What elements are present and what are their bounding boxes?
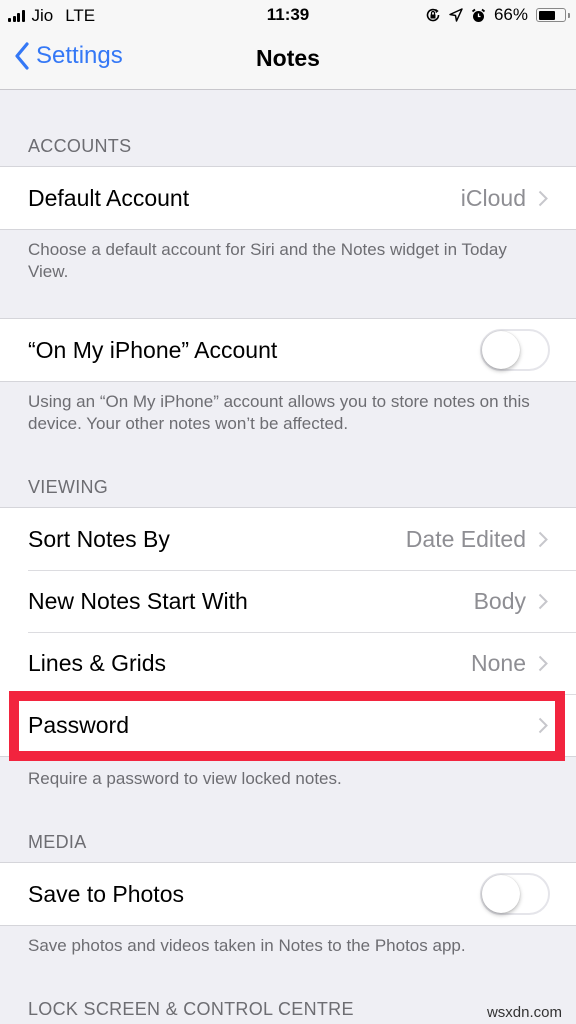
row-label: “On My iPhone” Account	[28, 336, 278, 363]
section-header-accounts: ACCOUNTS	[28, 136, 132, 156]
row-label: Save to Photos	[28, 880, 184, 907]
password-footer: Require a password to view locked notes.	[28, 769, 342, 788]
save-to-photos-row: Save to Photos	[0, 863, 576, 925]
row-value: None	[471, 649, 526, 676]
row-label: Lines & Grids	[28, 649, 167, 676]
chevron-right-icon	[538, 593, 548, 609]
section-header-media: MEDIA	[28, 832, 87, 852]
default-account-group: Default Account iCloud	[0, 166, 576, 230]
page-title: Notes	[256, 45, 320, 71]
row-label: Default Account	[28, 184, 190, 211]
section-header-lock-screen: LOCK SCREEN & CONTROL CENTRE	[28, 999, 354, 1019]
save-to-photos-footer: Save photos and videos taken in Notes to…	[28, 936, 466, 955]
chevron-right-icon	[538, 531, 548, 547]
lines-and-grids-row[interactable]: Lines & Grids None	[0, 632, 576, 694]
on-my-iphone-row: “On My iPhone” Account	[0, 319, 576, 381]
location-icon	[449, 8, 463, 22]
orientation-lock-icon	[426, 8, 440, 22]
watermark: wsxdn.com	[486, 1004, 562, 1021]
row-value: iCloud	[460, 184, 526, 211]
new-notes-start-with-row[interactable]: New Notes Start With Body	[0, 570, 576, 632]
password-row[interactable]: Password	[0, 694, 576, 756]
on-my-iphone-toggle[interactable]	[480, 329, 550, 371]
section-header-viewing: VIEWING	[28, 477, 109, 497]
save-to-photos-toggle[interactable]	[480, 873, 550, 915]
sort-notes-by-row[interactable]: Sort Notes By Date Edited	[0, 508, 576, 570]
default-account-footer: Choose a default account for Siri and th…	[28, 240, 507, 281]
navigation-bar: Settings Notes	[0, 30, 576, 90]
row-label: Password	[28, 711, 129, 738]
row-label: New Notes Start With	[28, 587, 248, 614]
chevron-right-icon	[538, 655, 548, 671]
alarm-icon	[471, 8, 486, 22]
status-bar: Jio LTE 11:39 66%	[0, 0, 576, 30]
on-my-iphone-group: “On My iPhone” Account	[0, 318, 576, 382]
on-my-iphone-footer: Using an “On My iPhone” account allows y…	[28, 392, 530, 433]
chevron-right-icon	[538, 717, 548, 733]
battery-percent: 66%	[493, 5, 528, 24]
row-value: Date Edited	[405, 525, 526, 552]
viewing-group: Sort Notes By Date Edited New Notes Star…	[0, 507, 576, 757]
default-account-row[interactable]: Default Account iCloud	[0, 167, 576, 229]
row-value: Body	[473, 587, 526, 614]
battery-icon	[536, 8, 570, 22]
chevron-right-icon	[538, 190, 548, 206]
row-label: Sort Notes By	[28, 525, 170, 552]
media-group: Save to Photos	[0, 862, 576, 926]
